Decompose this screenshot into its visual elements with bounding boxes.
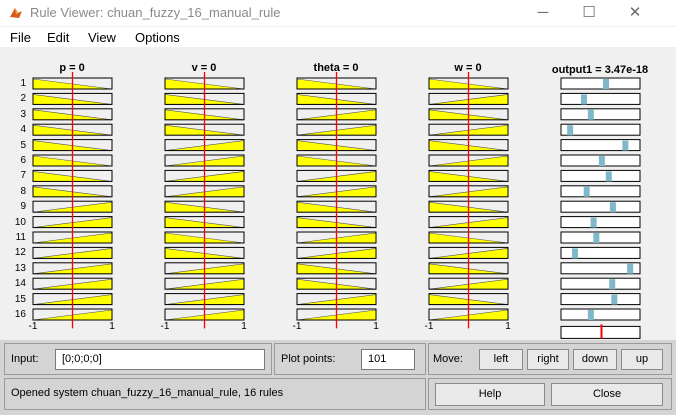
status-message: Opened system chuan_fuzzy_16_manual_rule… <box>11 387 284 399</box>
status-group: Opened system chuan_fuzzy_16_manual_rule… <box>4 378 426 410</box>
move-down-button[interactable]: down <box>573 349 617 370</box>
plot-points-label: Plot points: <box>281 353 336 365</box>
menu-view[interactable]: View <box>88 30 116 45</box>
window-title: Rule Viewer: chuan_fuzzy_16_manual_rule <box>30 5 281 20</box>
input-group: Input: [0;0;0;0] <box>4 343 272 375</box>
rule-output-bar <box>603 79 610 89</box>
move-left-button[interactable]: left <box>479 349 523 370</box>
rule-output-bar <box>590 217 597 228</box>
rule-output-bar <box>611 294 618 305</box>
rule-output-bar <box>605 171 612 182</box>
tick-p-min: -1 <box>28 321 38 332</box>
tick-w-max: 1 <box>505 321 511 332</box>
rule-output-bar <box>609 279 616 290</box>
menu-options[interactable]: Options <box>135 30 180 45</box>
rule-output-bar <box>571 248 578 259</box>
close-button[interactable]: Close <box>551 383 663 406</box>
rule-output-bar <box>627 263 634 274</box>
tick-theta-max: 1 <box>373 321 379 332</box>
help-button[interactable]: Help <box>435 383 545 406</box>
rule-output-bar <box>580 94 587 105</box>
matlab-icon <box>10 8 22 18</box>
plot-points-field[interactable]: 101 <box>361 349 415 370</box>
rule-output-box <box>560 308 641 321</box>
input-label: Input: <box>11 353 39 365</box>
maximize-button[interactable]: ☐ <box>566 0 612 26</box>
rule-output-bar <box>587 109 594 120</box>
rule-output-box <box>560 231 641 244</box>
move-group: Move: left right down up <box>428 343 672 375</box>
tick-w-min: -1 <box>424 321 434 332</box>
rule-output-box <box>560 92 641 105</box>
rule-viewer-window: Rule Viewer: chuan_fuzzy_16_manual_rule … <box>0 0 676 415</box>
rule-output-box <box>560 277 641 290</box>
rule-plots-svg <box>32 72 641 339</box>
minimize-button[interactable]: ─ <box>520 0 566 26</box>
move-up-button[interactable]: up <box>621 349 663 370</box>
menu-bar: File Edit View Options <box>0 27 676 47</box>
rule-output-bar <box>567 125 574 136</box>
rule-output-bar <box>587 310 594 320</box>
tick-theta-min: -1 <box>292 321 302 332</box>
tick-v-max: 1 <box>241 321 247 332</box>
menu-file[interactable]: File <box>10 30 31 45</box>
close-window-button[interactable]: ✕ <box>612 0 658 26</box>
rule-output-box <box>560 200 641 213</box>
title-bar: Rule Viewer: chuan_fuzzy_16_manual_rule … <box>0 0 676 26</box>
rule-output-box <box>560 77 641 90</box>
rule-output-box <box>560 169 641 182</box>
move-right-button[interactable]: right <box>527 349 569 370</box>
input-vector-field[interactable]: [0;0;0;0] <box>55 349 265 370</box>
tick-v-min: -1 <box>160 321 170 332</box>
rule-output-box <box>560 216 641 229</box>
rule-output-box <box>560 108 641 121</box>
rule-output-bar <box>583 186 590 197</box>
rule-output-bar <box>593 233 600 243</box>
move-label: Move: <box>433 353 463 365</box>
rule-output-bar <box>598 156 605 166</box>
rule-output-box <box>560 293 641 306</box>
menu-edit[interactable]: Edit <box>47 30 69 45</box>
rule-output-bar <box>622 140 629 151</box>
rule-plot-area: p = 0 v = 0 theta = 0 w = 0 output1 = 3.… <box>0 50 676 340</box>
plot-points-group: Plot points: 101 <box>274 343 426 375</box>
rule-output-bar <box>609 202 616 213</box>
control-panel: Input: [0;0;0;0] Plot points: 101 Move: … <box>0 340 676 415</box>
tick-p-max: 1 <box>109 321 115 332</box>
action-group: Help Close <box>428 378 672 410</box>
rule-output-box <box>560 185 641 198</box>
